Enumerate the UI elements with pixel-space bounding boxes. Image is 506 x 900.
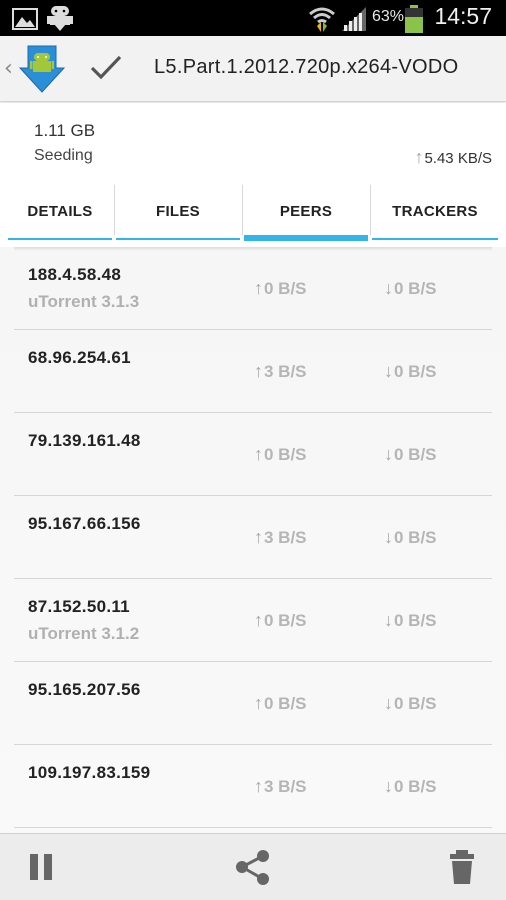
download-arrow-icon: ↓ (384, 610, 393, 630)
download-arrow-icon: ↓ (384, 776, 393, 796)
peer-download: ↓0 B/S (384, 693, 437, 714)
peer-ip: 79.139.161.48 (28, 431, 141, 450)
download-arrow-icon: ↓ (384, 361, 393, 381)
image-icon (12, 8, 38, 30)
peer-row[interactable]: 68.96.254.61 ↑3 B/S ↓0 B/S (14, 330, 492, 413)
peer-ip: 87.152.50.11 (28, 597, 130, 616)
upload-arrow-icon: ↑ (254, 444, 263, 464)
peer-row[interactable]: 95.165.207.56 ↑0 B/S ↓0 B/S (14, 662, 492, 745)
peer-ip: 95.165.207.56 (28, 680, 141, 699)
peer-row[interactable]: 87.152.50.11 uTorrent 3.1.2 ↑0 B/S ↓0 B/… (14, 579, 492, 662)
peer-upload-value: 0 B/S (264, 279, 307, 298)
peer-client: uTorrent 3.1.3 (28, 292, 140, 311)
battery-percent: 63% (371, 8, 404, 25)
upload-arrow-icon: ↑ (254, 693, 263, 713)
upload-arrow-icon: ↑ (254, 278, 263, 298)
tab-bar: DETAILS FILES PEERS TRACKERS (0, 181, 506, 241)
battery-icon (405, 5, 423, 33)
clock: 14:57 (434, 3, 492, 29)
list-top-shadow (14, 247, 492, 251)
upload-arrow-icon: ↑ (414, 147, 424, 167)
peer-ip: 95.167.66.156 (28, 514, 141, 533)
peer-ip: 188.4.58.48 (28, 265, 122, 284)
delete-icon[interactable] (443, 848, 483, 888)
peer-download-value: 0 B/S (394, 362, 437, 381)
peer-upload-value: 3 B/S (264, 362, 307, 381)
upload-rate-value: 5.43 KB/S (424, 150, 492, 167)
download-arrow-icon: ↓ (384, 278, 393, 298)
peer-upload: ↑3 B/S (254, 527, 307, 548)
tab-trackers[interactable]: TRACKERS (370, 181, 500, 241)
peer-download-value: 0 B/S (394, 445, 437, 464)
peer-upload-value: 3 B/S (264, 777, 307, 796)
wifi-icon (309, 7, 335, 32)
upload-arrow-icon: ↑ (254, 610, 263, 630)
peer-list[interactable]: 188.4.58.48 uTorrent 3.1.3 ↑0 B/S ↓0 B/S… (0, 247, 506, 833)
tab-underline (116, 238, 240, 240)
tab-active-indicator (244, 235, 368, 241)
status-bar: 63% 14:57 (0, 0, 506, 36)
tab-peers[interactable]: PEERS (242, 181, 370, 241)
download-arrow-icon: ↓ (384, 527, 393, 547)
bottom-action-bar (0, 833, 506, 900)
android-download-icon (47, 6, 73, 31)
torrent-title: L5.Part.1.2012.720p.x264-VODO (154, 56, 459, 78)
peer-row[interactable]: 188.4.58.48 uTorrent 3.1.3 ↑0 B/S ↓0 B/S (14, 247, 492, 330)
upload-arrow-icon: ↑ (254, 527, 263, 547)
peer-upload: ↑0 B/S (254, 444, 307, 465)
tab-underline (8, 238, 112, 240)
peer-upload: ↑3 B/S (254, 361, 307, 382)
upload-arrow-icon: ↑ (254, 776, 263, 796)
peer-download: ↓0 B/S (384, 278, 437, 299)
peer-download-value: 0 B/S (394, 611, 437, 630)
peer-upload-value: 3 B/S (264, 528, 307, 547)
torrent-size: 1.11 GB (34, 121, 96, 140)
peer-download: ↓0 B/S (384, 361, 437, 382)
tab-underline (372, 238, 498, 240)
pause-icon[interactable] (22, 848, 62, 888)
back-chevron-icon[interactable]: ‹ (4, 56, 13, 81)
peer-upload: ↑3 B/S (254, 776, 307, 797)
download-arrow-icon: ↓ (384, 693, 393, 713)
torrent-state: Seeding (34, 147, 93, 164)
check-icon[interactable] (86, 48, 126, 88)
tab-details[interactable]: DETAILS (6, 181, 114, 241)
tab-label: TRACKERS (392, 202, 478, 220)
peer-upload: ↑0 B/S (254, 610, 307, 631)
peer-download-value: 0 B/S (394, 528, 437, 547)
download-arrow-icon: ↓ (384, 444, 393, 464)
peer-ip: 109.197.83.159 (28, 763, 151, 782)
share-icon[interactable] (233, 848, 273, 888)
peer-row[interactable]: 79.139.161.48 ↑0 B/S ↓0 B/S (14, 413, 492, 496)
peer-upload-value: 0 B/S (264, 694, 307, 713)
peer-download: ↓0 B/S (384, 776, 437, 797)
upload-rate: ↑5.43 KB/S (414, 147, 492, 168)
peer-upload-value: 0 B/S (264, 445, 307, 464)
peer-upload: ↑0 B/S (254, 693, 307, 714)
peer-download: ↓0 B/S (384, 444, 437, 465)
tab-files[interactable]: FILES (114, 181, 242, 241)
action-bar: ‹ L5.Part.1.2012.720p.x264-VODO (0, 36, 506, 102)
peer-download-value: 0 B/S (394, 279, 437, 298)
peer-download-value: 0 B/S (394, 694, 437, 713)
torrent-summary: 1.11 GB Seeding ↑5.43 KB/S (0, 103, 506, 181)
tab-label: DETAILS (27, 202, 93, 220)
tab-label: FILES (155, 202, 200, 220)
peer-download: ↓0 B/S (384, 527, 437, 548)
peer-ip: 68.96.254.61 (28, 348, 131, 367)
peer-row[interactable]: 109.197.83.159 ↑3 B/S ↓0 B/S (14, 745, 492, 828)
tab-label: PEERS (279, 202, 333, 220)
peer-upload-value: 0 B/S (264, 611, 307, 630)
peer-download: ↓0 B/S (384, 610, 437, 631)
upload-arrow-icon: ↑ (254, 361, 263, 381)
peer-download-value: 0 B/S (394, 777, 437, 796)
app-download-icon[interactable] (18, 42, 66, 94)
signal-icon (342, 7, 366, 31)
peer-client: uTorrent 3.1.2 (28, 624, 140, 643)
peer-row[interactable]: 95.167.66.156 ↑3 B/S ↓0 B/S (14, 496, 492, 579)
peer-upload: ↑0 B/S (254, 278, 307, 299)
